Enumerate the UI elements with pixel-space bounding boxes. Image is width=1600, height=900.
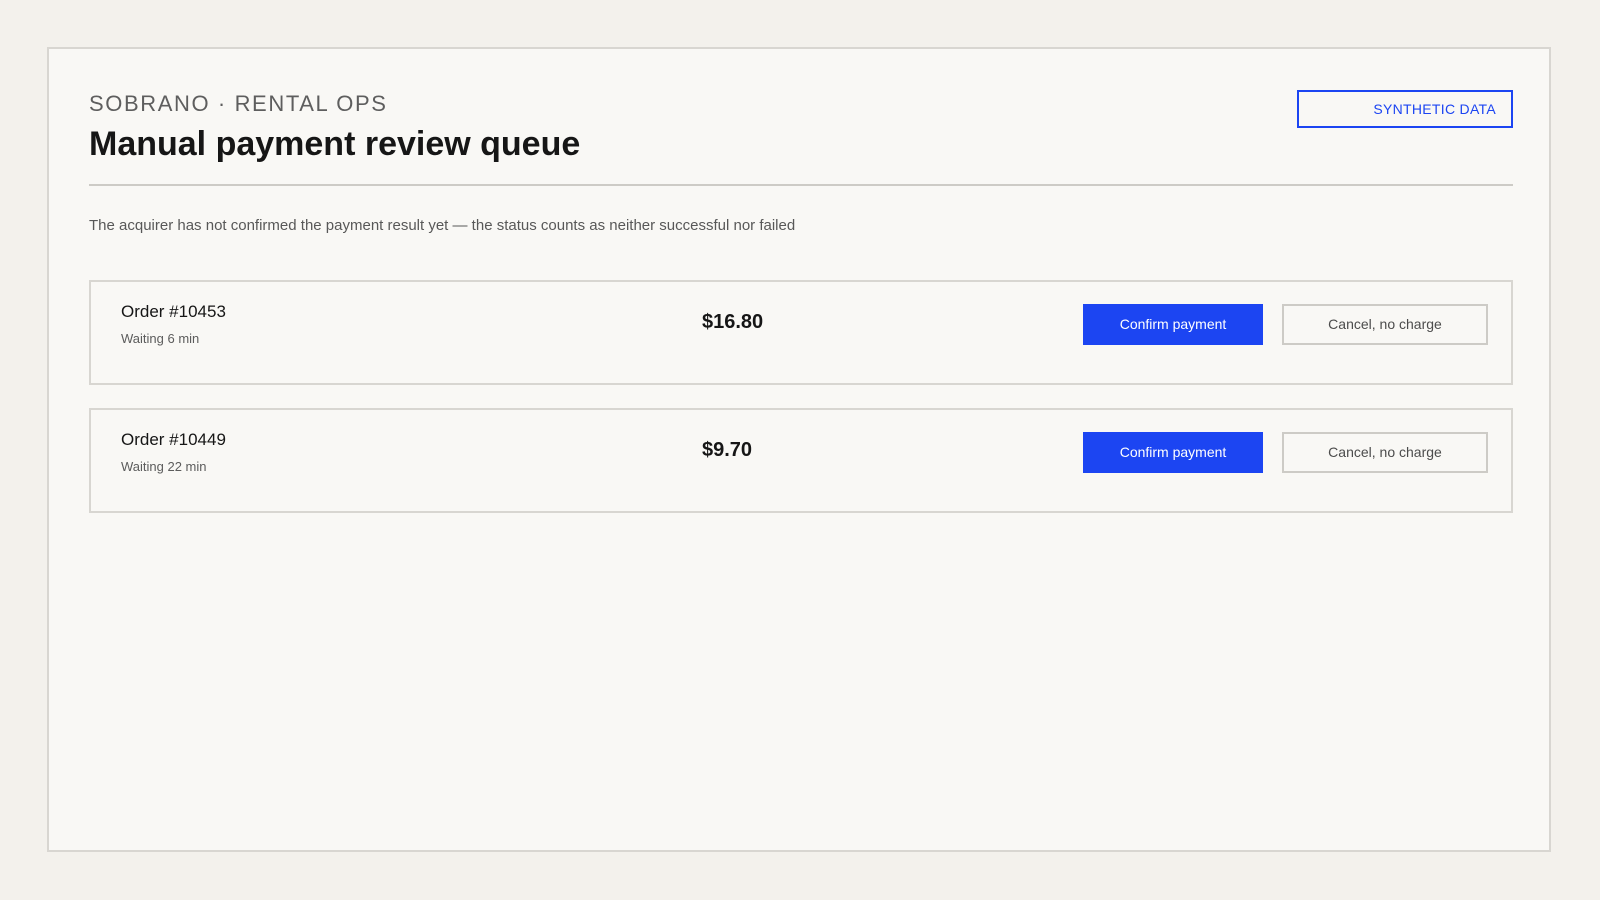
payment-amount: $16.80 xyxy=(702,311,764,333)
queue-row: Order #10449 Waiting 22 min $9.70 Confir… xyxy=(89,408,1513,513)
confirm-payment-button[interactable]: Confirm payment xyxy=(1083,432,1263,473)
order-id: Order #10449 xyxy=(121,430,226,449)
page-header: SOBRANO · RENTAL OPS Manual payment revi… xyxy=(89,90,1513,186)
payment-amount: $9.70 xyxy=(702,439,753,461)
page-title: Manual payment review queue xyxy=(89,125,581,163)
payment-queue: Order #10453 Waiting 6 min $16.80 Confir… xyxy=(89,280,1513,536)
waiting-time: Waiting 6 min xyxy=(121,331,200,346)
cancel-no-charge-button[interactable]: Cancel, no charge xyxy=(1282,432,1488,473)
brand-label: SOBRANO · RENTAL OPS xyxy=(89,91,388,116)
synthetic-data-badge: SYNTHETIC DATA xyxy=(1297,90,1513,128)
queue-row: Order #10453 Waiting 6 min $16.80 Confir… xyxy=(89,280,1513,385)
cancel-no-charge-button[interactable]: Cancel, no charge xyxy=(1282,304,1488,345)
waiting-time: Waiting 22 min xyxy=(121,459,207,474)
order-id: Order #10453 xyxy=(121,302,226,321)
review-panel: SOBRANO · RENTAL OPS Manual payment revi… xyxy=(47,47,1551,852)
status-note: The acquirer has not confirmed the payme… xyxy=(89,217,796,234)
confirm-payment-button[interactable]: Confirm payment xyxy=(1083,304,1263,345)
